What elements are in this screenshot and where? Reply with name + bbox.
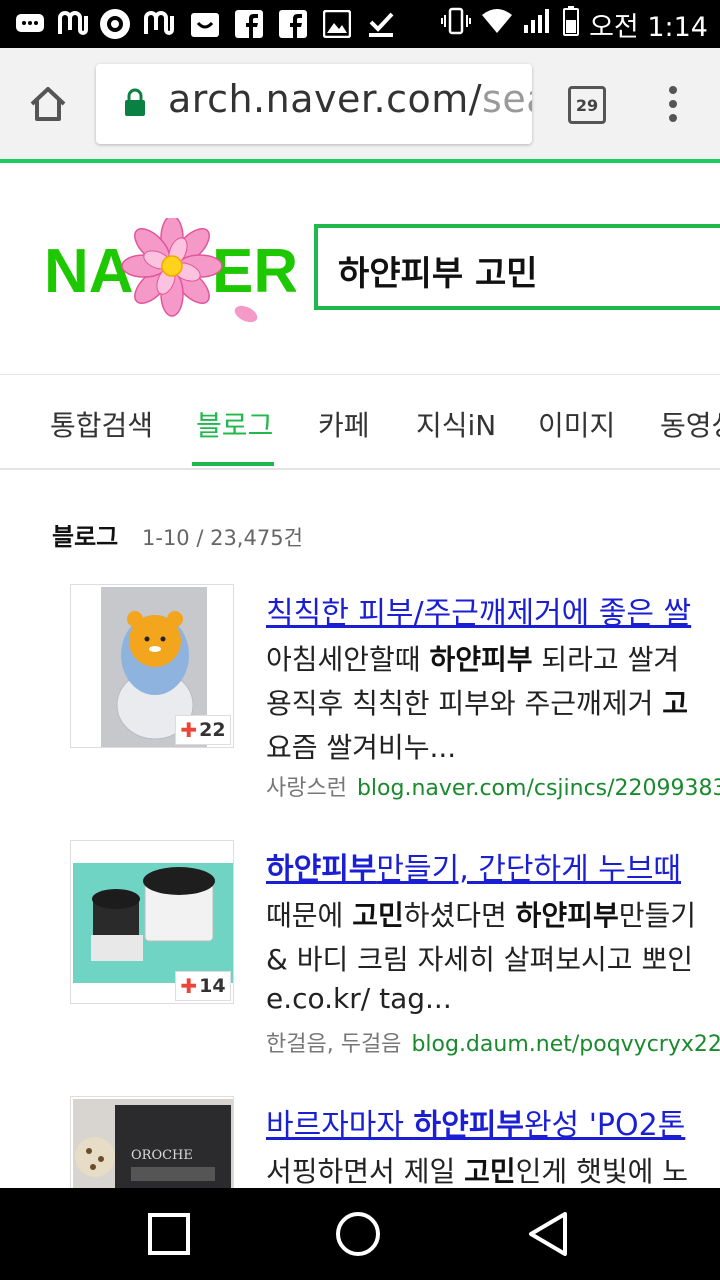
tab-videos[interactable]: 동영상 bbox=[660, 404, 720, 444]
result-snippet-line: 서핑하면서 제일 고민인게 햇빛에 노 bbox=[266, 1150, 688, 1188]
result-snippet-line: 때문에 고민하셨다면 하얀피부만들기 bbox=[266, 894, 696, 934]
title-highlight: 하얀피부 bbox=[413, 1108, 524, 1143]
badge-count: 22 bbox=[199, 719, 226, 741]
result-item: ✚ 14 하얀피부만들기, 간단하게 누브때 때문에 고민하셨다면 하얀피부만들기… bbox=[0, 840, 720, 1060]
tab-knowledge-in[interactable]: 지식iN bbox=[416, 404, 496, 444]
square-icon bbox=[148, 1213, 190, 1255]
result-snippet-line: e.co.kr/ tag... bbox=[266, 982, 452, 1015]
tab-integrated-search[interactable]: 통합검색 bbox=[50, 404, 153, 444]
status-bar: 오전 1:14 bbox=[0, 0, 720, 48]
thumbnail-product-text: OROCHE bbox=[131, 1148, 193, 1163]
result-thumbnail[interactable]: OROCHE bbox=[70, 1096, 234, 1188]
lock-icon bbox=[124, 88, 146, 118]
m-logo-icon bbox=[142, 9, 176, 39]
url-bar[interactable]: arch.naver.com/sea bbox=[96, 64, 532, 144]
section-title: 블로그 bbox=[52, 523, 119, 551]
triangle-back-icon bbox=[529, 1212, 567, 1256]
home-button[interactable] bbox=[332, 1208, 384, 1260]
snippet-highlight: 하얀피부 bbox=[429, 643, 533, 676]
logo-text-left: NA bbox=[44, 237, 134, 306]
result-url[interactable]: blog.daum.net/poqvycryx22/ bbox=[411, 1032, 720, 1057]
snippet-text: 하셨다면 bbox=[403, 899, 516, 932]
signal-icon bbox=[523, 7, 553, 42]
tab-images[interactable]: 이미지 bbox=[538, 404, 615, 444]
image-count-badge: ✚ 22 bbox=[175, 715, 231, 745]
result-count: 1-10 / 23,475건 bbox=[142, 526, 303, 550]
system-nav-bar bbox=[0, 1188, 720, 1280]
status-right: 오전 1:14 bbox=[441, 0, 708, 48]
result-item: ✚ 22 칙칙한 피부/주근깨제거에 좋은 쌀 아침세안할때 하얀피부 되라고 쌀… bbox=[0, 584, 720, 804]
search-tabs: 통합검색 블로그 카페 지식iN 이미지 동영상 bbox=[0, 376, 720, 470]
snippet-text: 아침세안할때 bbox=[266, 643, 430, 676]
title-text: 만들기, 간단하게 누브때 bbox=[376, 852, 682, 887]
snippet-text: 되라고 쌀겨 bbox=[532, 643, 680, 676]
snippet-text: 때문에 bbox=[266, 899, 353, 932]
tab-switcher-button[interactable]: 29 bbox=[568, 86, 606, 124]
check-download-icon bbox=[366, 9, 396, 39]
snippet-text: 용직후 칙칙한 피부와 주근깨제거 bbox=[266, 687, 663, 720]
result-url[interactable]: blog.naver.com/csjincs/22099383 bbox=[357, 776, 720, 801]
result-item: OROCHE 바르자마자 하얀피부완성 'PO2톤 서핑하면서 제일 고민인게 … bbox=[0, 1096, 720, 1188]
result-meta: 한걸음, 두걸음 blog.daum.net/poqvycryx22/ bbox=[266, 1026, 720, 1058]
circle-o-icon bbox=[98, 9, 132, 39]
result-meta: 사랑스런 blog.naver.com/csjincs/22099383 bbox=[266, 770, 720, 802]
page-load-line bbox=[0, 159, 720, 163]
wifi-icon bbox=[481, 7, 513, 42]
title-text: 완성 'PO2톤 bbox=[523, 1108, 686, 1143]
result-snippet-line: 요즘 쌀겨비누... bbox=[266, 731, 457, 764]
result-snippet-line: 용직후 칙칙한 피부와 주근깨제거 고 bbox=[266, 682, 688, 722]
header-divider bbox=[0, 374, 720, 375]
more-menu-icon[interactable] bbox=[660, 84, 686, 124]
title-highlight: 하얀피부 bbox=[266, 852, 377, 887]
result-title-link[interactable]: 칙칙한 피부/주근깨제거에 좋은 쌀 bbox=[266, 588, 691, 632]
snippet-highlight: 고민 bbox=[352, 899, 404, 932]
url-text: arch.naver.com/sea bbox=[168, 77, 532, 121]
clock-time: 오전 1:14 bbox=[589, 11, 708, 43]
image-icon bbox=[322, 9, 352, 39]
search-box[interactable]: 하얀피부 고민 bbox=[314, 224, 720, 310]
result-snippet-line: 아침세안할때 하얀피부 되라고 쌀겨 bbox=[266, 638, 679, 678]
result-thumbnail[interactable]: ✚ 22 bbox=[70, 584, 234, 748]
result-title-link[interactable]: 하얀피부만들기, 간단하게 누브때 bbox=[266, 844, 681, 888]
smile-bag-icon bbox=[188, 9, 222, 39]
result-author[interactable]: 한걸음, 두걸음 bbox=[266, 1032, 401, 1057]
result-title-link[interactable]: 바르자마자 하얀피부완성 'PO2톤 bbox=[266, 1100, 685, 1144]
circle-icon bbox=[336, 1212, 380, 1256]
home-icon[interactable] bbox=[26, 82, 70, 126]
recent-apps-button[interactable] bbox=[143, 1208, 195, 1260]
tab-blog[interactable]: 블로그 bbox=[196, 404, 273, 444]
facebook-icon bbox=[234, 9, 264, 39]
talk-icon bbox=[14, 9, 46, 39]
result-thumbnail[interactable]: ✚ 14 bbox=[70, 840, 234, 1004]
tab-cafe[interactable]: 카페 bbox=[318, 404, 370, 444]
snippet-text: 만들기 bbox=[618, 899, 696, 932]
battery-icon bbox=[563, 5, 580, 43]
plus-icon: ✚ bbox=[180, 718, 198, 742]
facebook-icon bbox=[278, 9, 308, 39]
tab-count: 29 bbox=[575, 95, 599, 115]
logo-text-right: ER bbox=[212, 237, 296, 306]
naver-logo[interactable]: NA ER bbox=[44, 215, 298, 328]
search-query: 하얀피부 고민 bbox=[338, 254, 538, 294]
snippet-text: 인게 햇빛에 노 bbox=[515, 1155, 689, 1188]
title-text: 바르자마자 bbox=[266, 1108, 414, 1143]
snippet-highlight: 하얀피부 bbox=[515, 899, 619, 932]
url-dim: sea bbox=[482, 77, 532, 121]
snippet-highlight: 고 bbox=[662, 687, 689, 720]
thumbnail-image: OROCHE bbox=[73, 1099, 233, 1188]
back-button[interactable] bbox=[522, 1208, 574, 1260]
result-snippet-line: & 바디 크림 자세히 살펴보시고 뽀인 bbox=[266, 943, 693, 976]
plus-icon: ✚ bbox=[180, 974, 198, 998]
badge-count: 14 bbox=[199, 975, 226, 997]
snippet-highlight: 고민 bbox=[464, 1155, 516, 1188]
m-logo-icon bbox=[56, 9, 90, 39]
active-tab-indicator bbox=[192, 462, 274, 466]
snippet-text: 서핑하면서 제일 bbox=[266, 1155, 465, 1188]
result-author[interactable]: 사랑스런 bbox=[266, 776, 347, 801]
vibrate-icon bbox=[441, 7, 472, 42]
browser-toolbar: arch.naver.com/sea 29 bbox=[0, 48, 720, 160]
image-count-badge: ✚ 14 bbox=[175, 971, 231, 1001]
url-main: arch.naver.com/ bbox=[168, 77, 483, 121]
